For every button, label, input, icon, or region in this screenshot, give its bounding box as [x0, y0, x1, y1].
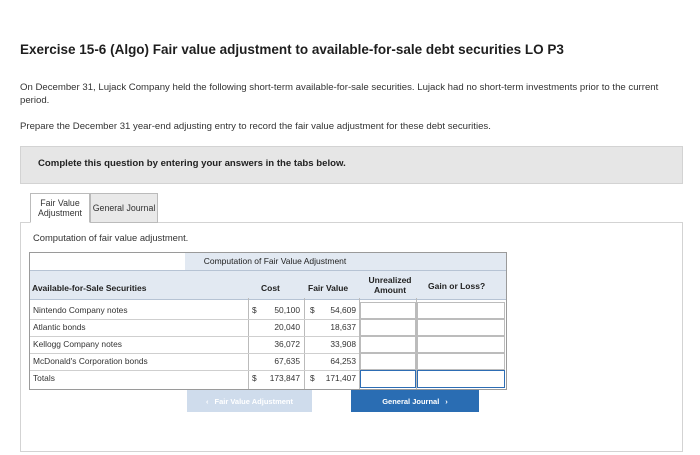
table-row: McDonald's Corporation bonds 67,635 64,2…: [30, 353, 506, 370]
total-unrealized-input[interactable]: [360, 370, 416, 388]
header-gain-or-loss: Gain or Loss?: [428, 281, 486, 291]
problem-instruction: Prepare the December 31 year-end adjusti…: [20, 121, 491, 132]
tab-fair-value-adjustment[interactable]: Fair Value Adjustment: [30, 193, 90, 223]
gain-or-loss-select[interactable]: [417, 302, 505, 319]
security-name: Nintendo Company notes: [33, 305, 128, 315]
instruction-bar: Complete this question by entering your …: [20, 146, 683, 184]
header-unrealized-amount: Unrealized Amount: [368, 275, 412, 295]
instruction-text: Complete this question by entering your …: [38, 158, 346, 169]
fair-value-currency: $: [310, 305, 315, 315]
cost-value: 20,040: [274, 322, 300, 332]
table-row-totals: Totals $ 173,847 $ 171,407: [30, 370, 506, 388]
tab-label: General Journal: [92, 203, 156, 213]
unrealized-amount-input[interactable]: [360, 353, 416, 370]
gain-or-loss-select[interactable]: [417, 336, 505, 353]
cost-value: 36,072: [274, 339, 300, 349]
table-row: Kellogg Company notes 36,072 33,908: [30, 336, 506, 353]
cost-currency: $: [252, 373, 257, 383]
tab-bar: Fair Value Adjustment General Journal: [30, 193, 158, 223]
chevron-left-icon: ‹: [206, 396, 209, 406]
cost-currency: $: [252, 305, 257, 315]
page-title: Exercise 15-6 (Algo) Fair value adjustme…: [20, 42, 564, 57]
unrealized-amount-input[interactable]: [360, 302, 416, 319]
fair-value: 33,908: [330, 339, 356, 349]
header-fair-value: Fair Value: [308, 283, 349, 293]
security-name: Kellogg Company notes: [33, 339, 122, 349]
fair-value-table: Available-for-Sale Securities Cost Fair …: [29, 252, 507, 390]
totals-label: Totals: [33, 373, 55, 383]
table-title: Computation of Fair Value Adjustment: [203, 256, 347, 266]
table-row: Nintendo Company notes $ 50,100 $ 54,609: [30, 302, 506, 319]
tab-label: Fair Value Adjustment: [37, 198, 82, 218]
header-cost: Cost: [261, 283, 280, 293]
unrealized-amount-input[interactable]: [360, 319, 416, 336]
section-label: Computation of fair value adjustment.: [33, 232, 189, 243]
security-name: McDonald's Corporation bonds: [33, 356, 148, 366]
next-tab-button[interactable]: General Journal ›: [351, 390, 479, 412]
fair-value: 18,637: [330, 322, 356, 332]
cost-value: 67,635: [274, 356, 300, 366]
total-cost: 173,847: [269, 373, 300, 383]
next-tab-label: General Journal: [382, 396, 440, 406]
table-row: Atlantic bonds 20,040 18,637: [30, 319, 506, 336]
fair-value-currency: $: [310, 373, 315, 383]
prev-tab-label: Fair Value Adjustment: [214, 396, 294, 406]
security-name: Atlantic bonds: [33, 322, 86, 332]
problem-description: On December 31, Lujack Company held the …: [20, 82, 659, 106]
gain-or-loss-select[interactable]: [417, 353, 505, 370]
prev-tab-button[interactable]: ‹ Fair Value Adjustment: [187, 390, 312, 412]
total-gain-or-loss-select[interactable]: [417, 370, 505, 388]
gain-or-loss-select[interactable]: [417, 319, 505, 336]
tab-general-journal[interactable]: General Journal: [90, 193, 158, 223]
total-fair-value: 171,407: [325, 373, 356, 383]
chevron-right-icon: ›: [445, 396, 448, 406]
fair-value: 64,253: [330, 356, 356, 366]
unrealized-amount-input[interactable]: [360, 336, 416, 353]
cost-value: 50,100: [274, 305, 300, 315]
fair-value: 54,609: [330, 305, 356, 315]
header-securities: Available-for-Sale Securities: [32, 283, 147, 293]
